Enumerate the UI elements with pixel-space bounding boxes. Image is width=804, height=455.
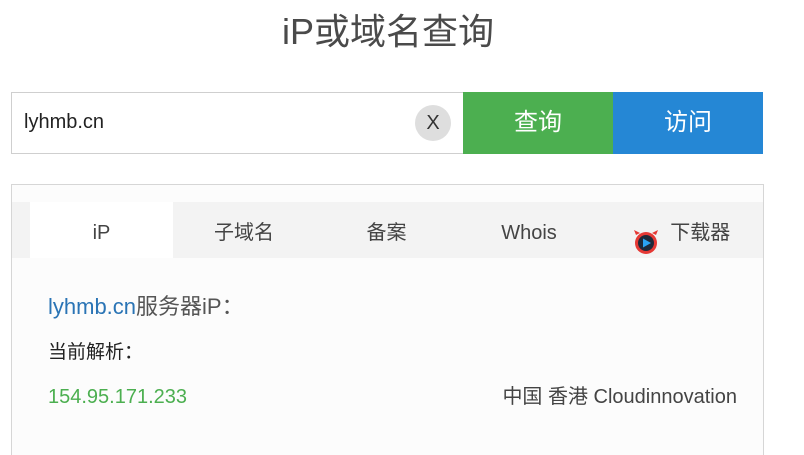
tab-downloader-label: 下载器	[670, 222, 731, 244]
page-title: iP或域名查询	[281, 11, 494, 52]
tab-ip-label: iP	[92, 222, 111, 244]
tab-ip[interactable]: iP	[30, 202, 173, 258]
tab-bar: iP 子域名 备案 Whois 下载器	[12, 202, 763, 258]
tab-downloader[interactable]: 下载器	[600, 202, 763, 258]
result-domain-link[interactable]: lyhmb.cn	[48, 294, 136, 319]
tab-subdomain[interactable]: 子域名	[173, 202, 315, 258]
clear-button[interactable]: X	[415, 105, 451, 141]
search-input[interactable]	[12, 93, 414, 151]
result-heading-suffix: 服务器iP：	[136, 294, 244, 319]
tab-beian[interactable]: 备案	[315, 202, 458, 258]
query-button[interactable]: 查询	[463, 92, 613, 154]
tab-whois-label: Whois	[501, 222, 557, 244]
visit-button[interactable]: 访问	[613, 92, 763, 154]
tab-beian-label: 备案	[366, 222, 407, 244]
result-panel: iP 子域名 备案 Whois 下载器 lyhmb.cn服务器iP： 当前解析：…	[11, 184, 764, 455]
current-resolution-label: 当前解析：	[48, 342, 144, 363]
downloader-play-icon	[633, 218, 659, 254]
search-field: X	[11, 92, 463, 154]
ip-location: 中国 香港 Cloudinnovation	[502, 386, 737, 408]
result-heading: lyhmb.cn服务器iP：	[48, 293, 244, 321]
ip-address-value[interactable]: 154.95.171.233	[48, 384, 187, 410]
search-bar: X 查询 访问	[11, 92, 764, 154]
tab-subdomain-label: 子域名	[214, 222, 274, 244]
tab-whois[interactable]: Whois	[458, 202, 600, 258]
page: iP或域名查询 X 查询 访问 iP 子域名 备案 Whois	[0, 0, 804, 455]
